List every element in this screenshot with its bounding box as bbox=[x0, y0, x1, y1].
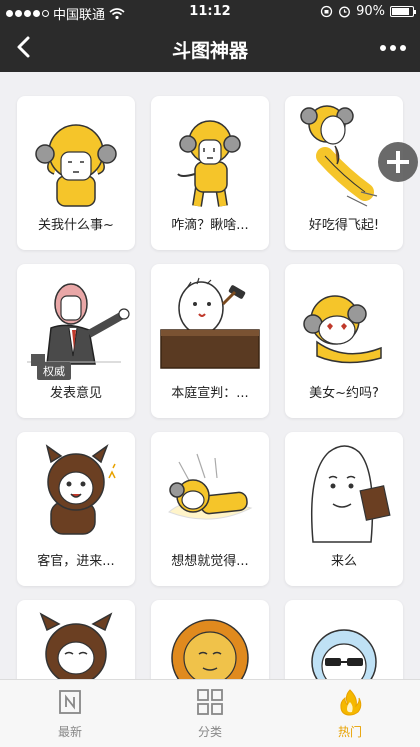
sticker-sheep-lying-image bbox=[168, 453, 253, 520]
sticker-card[interactable] bbox=[151, 600, 269, 679]
tab-label: 最新 bbox=[57, 725, 82, 739]
sticker-grid: 关我什么事~ 咋滴？瞅啥... 好吃得飞起! 权威 发表意见 本庭宣判：... … bbox=[0, 72, 420, 679]
tab-hot[interactable]: 热门 bbox=[310, 688, 390, 740]
sticker-label: 本庭宣判：... bbox=[171, 386, 249, 401]
fire-icon bbox=[340, 689, 362, 716]
status-bar: 中国联通 11:12 90% bbox=[0, 0, 420, 24]
add-button[interactable] bbox=[378, 142, 418, 182]
sticker-card[interactable]: 本庭宣判：... bbox=[151, 264, 269, 418]
sticker-card[interactable]: 来么 bbox=[285, 432, 403, 586]
sticker-card[interactable]: 关我什么事~ bbox=[17, 96, 135, 250]
page-title: 斗图神器 bbox=[171, 40, 248, 62]
sticker-sheep-heart-eyes-image bbox=[303, 295, 382, 364]
sticker-sunglasses-face-image bbox=[311, 629, 377, 679]
sticker-card[interactable] bbox=[17, 600, 135, 679]
tab-label: 热门 bbox=[337, 725, 362, 739]
tab-category[interactable]: 分类 bbox=[170, 688, 250, 740]
sticker-card[interactable]: 美女~约吗? bbox=[285, 264, 403, 418]
sticker-label: 咋滴？瞅啥... bbox=[171, 218, 249, 233]
sticker-card[interactable]: 咋滴？瞅啥... bbox=[151, 96, 269, 250]
new-icon bbox=[59, 690, 81, 714]
more-options-icon[interactable] bbox=[378, 38, 408, 58]
authority-tag: 权威 bbox=[37, 362, 71, 380]
battery-percent: 90% bbox=[356, 4, 385, 19]
sticker-card[interactable]: 客官，进来... bbox=[17, 432, 135, 586]
orientation-lock-icon bbox=[320, 5, 333, 18]
sticker-speaker-podium-image bbox=[27, 283, 130, 366]
alarm-icon bbox=[339, 6, 351, 18]
sticker-sheep-shrug-image bbox=[35, 124, 117, 207]
sticker-card[interactable]: 权威 发表意见 bbox=[17, 264, 135, 418]
navigation-bar: 斗图神器 bbox=[0, 24, 420, 72]
sticker-ghost-face-image bbox=[310, 445, 391, 543]
sticker-card[interactable]: 想想就觉得... bbox=[151, 432, 269, 586]
sticker-brown-monster-wave-image bbox=[45, 443, 116, 535]
status-right: 90% bbox=[320, 4, 416, 19]
sticker-sheep-stare-image bbox=[177, 120, 241, 207]
battery-icon bbox=[390, 6, 416, 17]
sticker-label: 来么 bbox=[330, 554, 357, 569]
sticker-label: 想想就觉得... bbox=[171, 554, 249, 569]
sticker-label: 发表意见 bbox=[49, 386, 102, 401]
sticker-label: 美女~约吗? bbox=[309, 386, 379, 401]
sticker-label: 客官，进来... bbox=[37, 554, 115, 569]
sticker-label: 好吃得飞起! bbox=[308, 218, 380, 233]
tab-bar: 最新 分类 热门 bbox=[0, 679, 420, 747]
sticker-sunflower-face-image bbox=[171, 619, 249, 679]
sticker-label: 关我什么事~ bbox=[38, 218, 114, 233]
tab-latest[interactable]: 最新 bbox=[30, 688, 110, 740]
sticker-card[interactable] bbox=[285, 600, 403, 679]
category-grid-icon bbox=[197, 689, 223, 715]
sticker-judge-gavel-image bbox=[160, 277, 260, 369]
sticker-brown-monster-image bbox=[39, 612, 113, 679]
tab-label: 分类 bbox=[197, 725, 222, 739]
